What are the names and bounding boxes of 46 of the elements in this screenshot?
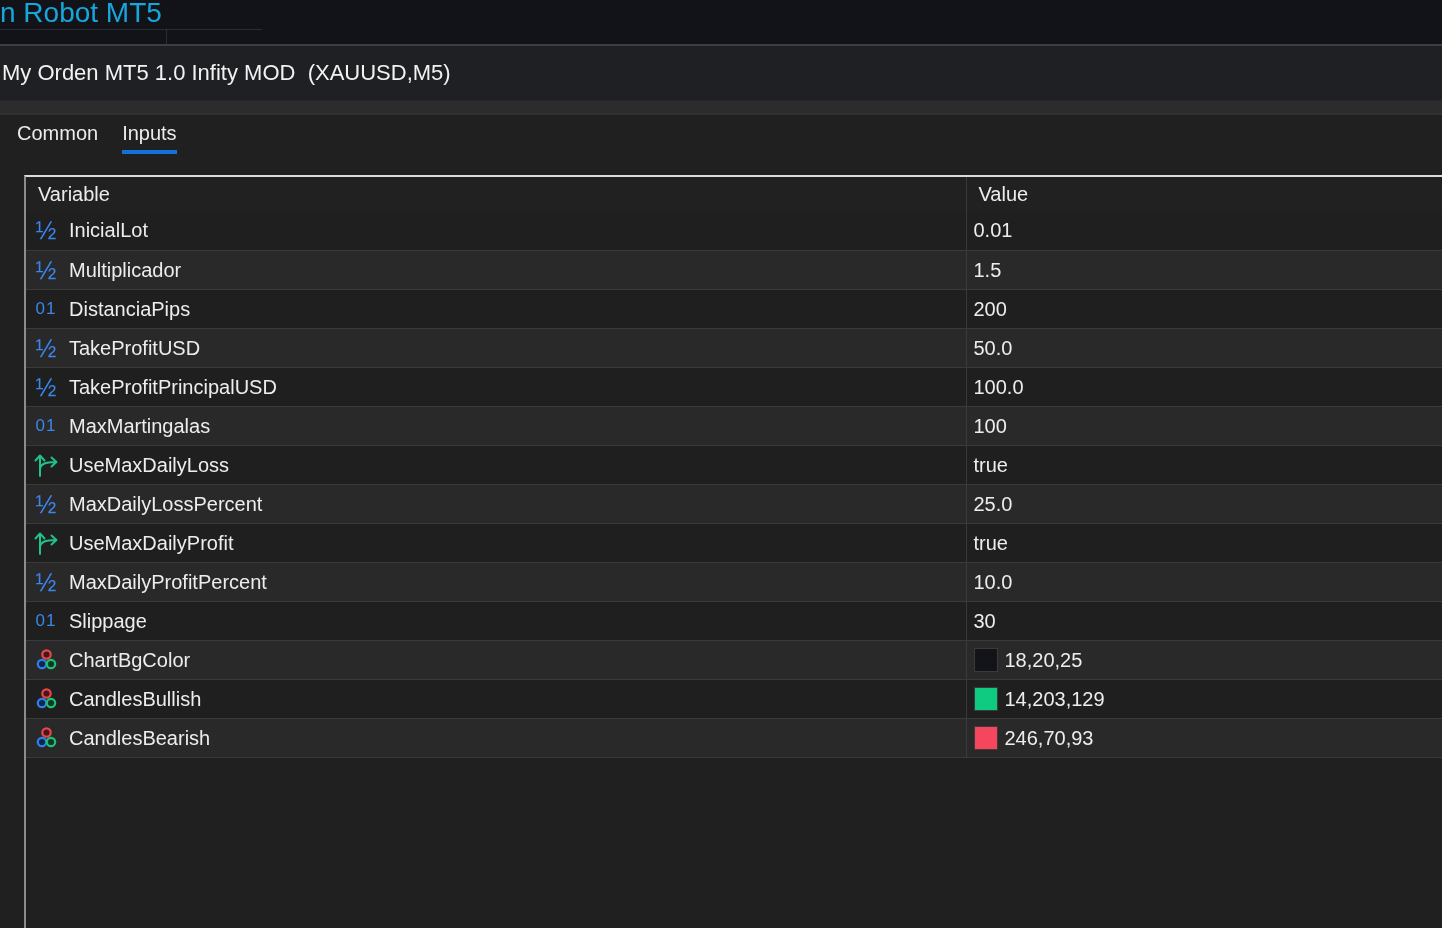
variable-name: CandlesBearish <box>69 725 211 750</box>
dialog-title: My Orden MT5 1.0 Infity MOD (XAUUSD,M5) <box>2 59 451 87</box>
variable-name: MaxDailyLossPercent <box>69 491 263 516</box>
chart-label: n Robot MT5 <box>0 0 162 26</box>
parameter-value: 18,20,25 <box>1004 647 1083 672</box>
digits-icon: 01 <box>35 610 57 631</box>
parameter-value: 200 <box>973 296 1007 321</box>
parameter-value: 30 <box>973 608 996 633</box>
parameter-value: true <box>973 530 1008 555</box>
variable-name: TakeProfitUSD <box>69 335 201 360</box>
variable-name: CandlesBullish <box>69 686 202 711</box>
fraction-icon: ½ <box>35 373 57 400</box>
variable-name: ChartBgColor <box>69 647 191 672</box>
tab[interactable]: Inputs <box>122 119 177 154</box>
variable-name: Multiplicador <box>69 257 182 282</box>
digits-icon: 01 <box>35 298 57 319</box>
fraction-icon: ½ <box>35 217 57 244</box>
parameter-value: 246,70,93 <box>1004 725 1094 750</box>
parameter-value: 1.5 <box>973 257 1002 282</box>
parameter-value: 0.01 <box>973 218 1013 243</box>
tab[interactable]: Common <box>17 119 99 154</box>
variable-name: DistanciaPips <box>69 296 191 321</box>
variable-name: MaxDailyProfitPercent <box>69 569 267 594</box>
parameter-value: 100 <box>973 413 1007 438</box>
color-circles-icon <box>35 688 57 709</box>
branch-arrow-icon <box>33 530 59 555</box>
variable-name: UseMaxDailyProfit <box>69 530 234 555</box>
branch-arrow-icon <box>33 452 59 477</box>
color-circles-icon <box>35 727 57 748</box>
parameter-value: 50.0 <box>973 335 1013 360</box>
fraction-icon: ½ <box>35 334 57 361</box>
parameter-value: 14,203,129 <box>1004 686 1105 711</box>
color-circles-icon <box>35 649 57 670</box>
parameter-value: true <box>973 452 1008 477</box>
variable-name: TakeProfitPrincipalUSD <box>69 374 277 399</box>
digits-icon: 01 <box>35 415 57 436</box>
fraction-icon: ½ <box>35 256 57 283</box>
fraction-icon: ½ <box>35 568 57 595</box>
variable-name: MaxMartingalas <box>69 413 211 438</box>
parameter-value: 100.0 <box>973 374 1024 399</box>
parameter-value: 10.0 <box>973 569 1013 594</box>
variable-name: Slippage <box>69 608 147 633</box>
variable-name: UseMaxDailyLoss <box>69 452 230 477</box>
fraction-icon: ½ <box>35 490 57 517</box>
parameter-value: 25.0 <box>973 491 1013 516</box>
variable-name: InicialLot <box>69 218 148 243</box>
